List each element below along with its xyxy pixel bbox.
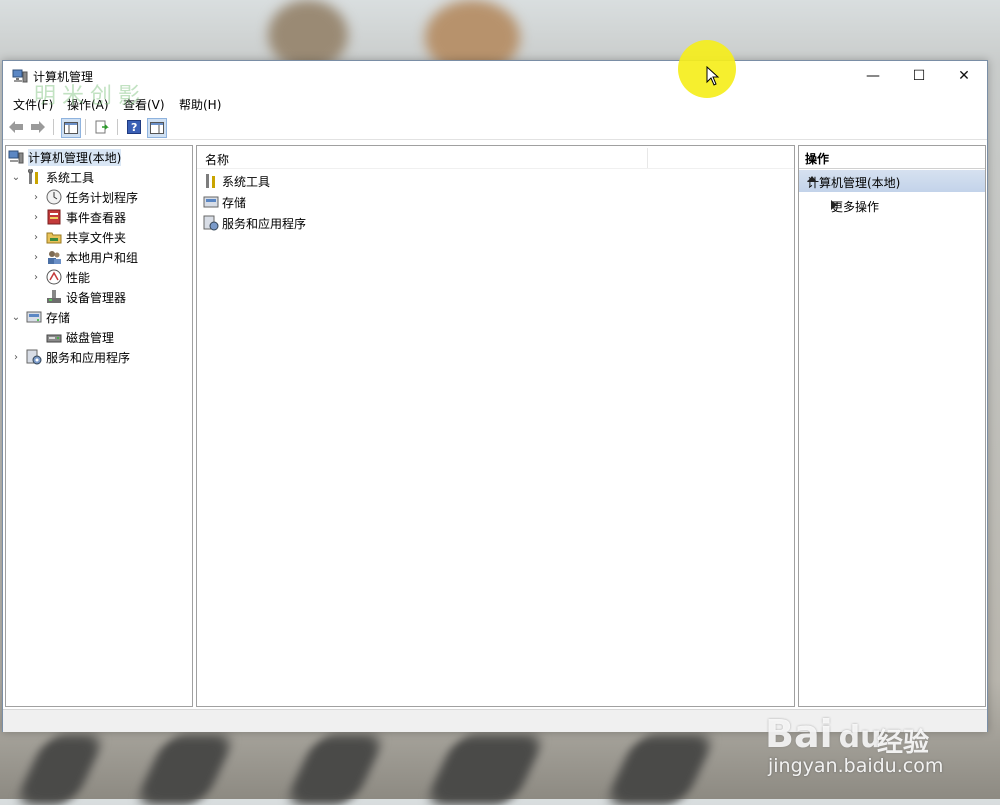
baidu-text: Bai bbox=[765, 712, 833, 756]
results-list-pane[interactable]: 名称 系统工具 存储 服务和应用程序 bbox=[196, 145, 795, 707]
menu-bar: 文件(F) 操作(A) 查看(V) 帮助(H) bbox=[3, 92, 987, 114]
toolbar-separator bbox=[85, 119, 86, 135]
tree-label: 服务和应用程序 bbox=[46, 350, 131, 365]
baidu-watermark-url: jingyan.baidu.com bbox=[768, 755, 944, 777]
back-arrow-icon[interactable] bbox=[7, 118, 25, 136]
watermark-top: 明米创影 bbox=[34, 84, 147, 109]
tree-item-storage[interactable]: ⌄ 存储 bbox=[10, 307, 70, 327]
tree-item-device-manager[interactable]: 设备管理器 bbox=[46, 287, 126, 307]
storage-icon bbox=[203, 194, 219, 210]
list-item-label: 存储 bbox=[222, 195, 247, 210]
list-item[interactable]: 系统工具 bbox=[203, 171, 270, 191]
list-header: 名称 bbox=[197, 146, 794, 169]
bg-shadow-4 bbox=[423, 735, 547, 805]
tree-label: 存储 bbox=[46, 310, 71, 325]
tree-item-shared-folders[interactable]: › 共享文件夹 bbox=[30, 227, 126, 247]
bg-shadow-2 bbox=[133, 735, 237, 805]
toolbar: ? bbox=[3, 115, 987, 140]
show-hide-tree-icon[interactable] bbox=[61, 118, 81, 138]
title-bar[interactable]: 计算机管理 — ☐ ✕ bbox=[3, 61, 987, 91]
tree-label: 设备管理器 bbox=[66, 290, 127, 305]
toolbar-separator bbox=[117, 119, 118, 135]
console-tree-pane[interactable]: 计算机管理(本地) ⌄ 系统工具 › 任务计划程序 › 事件查看器 › 共享文件… bbox=[5, 145, 193, 707]
chevron-right-icon[interactable]: › bbox=[10, 352, 22, 363]
tree-item-local-users[interactable]: › 本地用户和组 bbox=[30, 247, 138, 267]
chevron-right-icon[interactable]: › bbox=[30, 272, 42, 283]
actions-group-header[interactable]: 计算机管理(本地) bbox=[799, 170, 985, 192]
baidu-jingyan-text: 经验 bbox=[877, 728, 930, 758]
baidu-du-text: du bbox=[838, 720, 882, 755]
shared-folder-icon bbox=[46, 229, 62, 245]
list-item-label: 服务和应用程序 bbox=[222, 216, 307, 231]
forward-arrow-icon[interactable] bbox=[29, 118, 47, 136]
tools-icon bbox=[26, 169, 42, 185]
tools-icon bbox=[203, 173, 219, 189]
list-item-label: 系统工具 bbox=[222, 174, 271, 189]
toolbar-separator bbox=[53, 119, 54, 135]
tree-label: 计算机管理(本地) bbox=[28, 148, 122, 166]
more-actions-label: 更多操作 bbox=[831, 200, 880, 214]
maximize-button[interactable]: ☐ bbox=[896, 61, 942, 91]
list-item[interactable]: 存储 bbox=[203, 192, 246, 212]
device-manager-icon bbox=[46, 289, 62, 305]
chevron-right-icon[interactable]: › bbox=[30, 232, 42, 243]
show-hide-action-pane-icon[interactable] bbox=[147, 118, 167, 138]
actions-pane-title: 操作 bbox=[799, 146, 985, 169]
performance-gauge-icon bbox=[46, 269, 62, 285]
chevron-down-icon[interactable]: ⌄ bbox=[10, 312, 22, 323]
list-item[interactable]: 服务和应用程序 bbox=[203, 213, 306, 233]
computer-management-icon bbox=[8, 149, 24, 165]
tree-label: 事件查看器 bbox=[66, 210, 127, 225]
computer-management-icon bbox=[12, 69, 28, 83]
more-actions-item[interactable]: 更多操作 bbox=[799, 194, 985, 216]
tree-item-performance[interactable]: › 性能 bbox=[30, 267, 90, 287]
tree-label: 性能 bbox=[66, 270, 91, 285]
event-viewer-icon bbox=[46, 209, 62, 225]
computer-management-window: 计算机管理 — ☐ ✕ 文件(F) 操作(A) 查看(V) 帮助(H) ? 计算… bbox=[2, 60, 988, 732]
services-icon bbox=[203, 215, 219, 231]
tree-item-services-apps[interactable]: › 服务和应用程序 bbox=[10, 347, 130, 367]
tree-label: 本地用户和组 bbox=[66, 250, 139, 265]
tree-item-root[interactable]: 计算机管理(本地) bbox=[8, 147, 122, 167]
collapse-triangle-icon[interactable] bbox=[807, 176, 817, 182]
actions-title-label: 操作 bbox=[805, 152, 830, 166]
users-icon bbox=[46, 249, 62, 265]
help-icon[interactable]: ? bbox=[125, 118, 143, 136]
chevron-right-icon[interactable]: › bbox=[30, 192, 42, 203]
clock-icon bbox=[46, 189, 62, 205]
chevron-right-icon[interactable]: › bbox=[30, 252, 42, 263]
column-separator[interactable] bbox=[647, 148, 648, 168]
tree-item-disk-management[interactable]: 磁盘管理 bbox=[46, 327, 114, 347]
tree-label: 系统工具 bbox=[46, 170, 95, 185]
export-list-icon[interactable] bbox=[93, 118, 111, 136]
disk-icon bbox=[46, 329, 62, 345]
bg-shadow-5 bbox=[603, 735, 717, 805]
storage-icon bbox=[26, 309, 42, 325]
svg-text:?: ? bbox=[131, 121, 137, 134]
chevron-down-icon[interactable]: ⌄ bbox=[10, 172, 22, 183]
tree-item-system-tools[interactable]: ⌄ 系统工具 bbox=[10, 167, 94, 187]
services-icon bbox=[26, 349, 42, 365]
bg-shadow-3 bbox=[283, 735, 387, 805]
tree-label: 磁盘管理 bbox=[66, 330, 115, 345]
tree-label: 任务计划程序 bbox=[66, 190, 139, 205]
minimize-button[interactable]: — bbox=[850, 61, 896, 91]
actions-pane: 操作 计算机管理(本地) 更多操作 bbox=[798, 145, 986, 707]
bg-shadow-1 bbox=[13, 735, 107, 805]
close-button[interactable]: ✕ bbox=[941, 61, 987, 91]
tree-label: 共享文件夹 bbox=[66, 230, 127, 245]
mouse-cursor-icon bbox=[706, 65, 720, 89]
submenu-arrow-icon bbox=[831, 200, 837, 210]
chevron-right-icon[interactable]: › bbox=[30, 212, 42, 223]
tree-item-task-scheduler[interactable]: › 任务计划程序 bbox=[30, 187, 138, 207]
baidu-watermark-logo: Bai du bbox=[765, 712, 881, 756]
menu-help[interactable]: 帮助(H) bbox=[179, 96, 221, 113]
actions-group-label: 计算机管理(本地) bbox=[807, 176, 901, 190]
column-header-name[interactable]: 名称 bbox=[205, 151, 229, 168]
tree-item-event-viewer[interactable]: › 事件查看器 bbox=[30, 207, 126, 227]
